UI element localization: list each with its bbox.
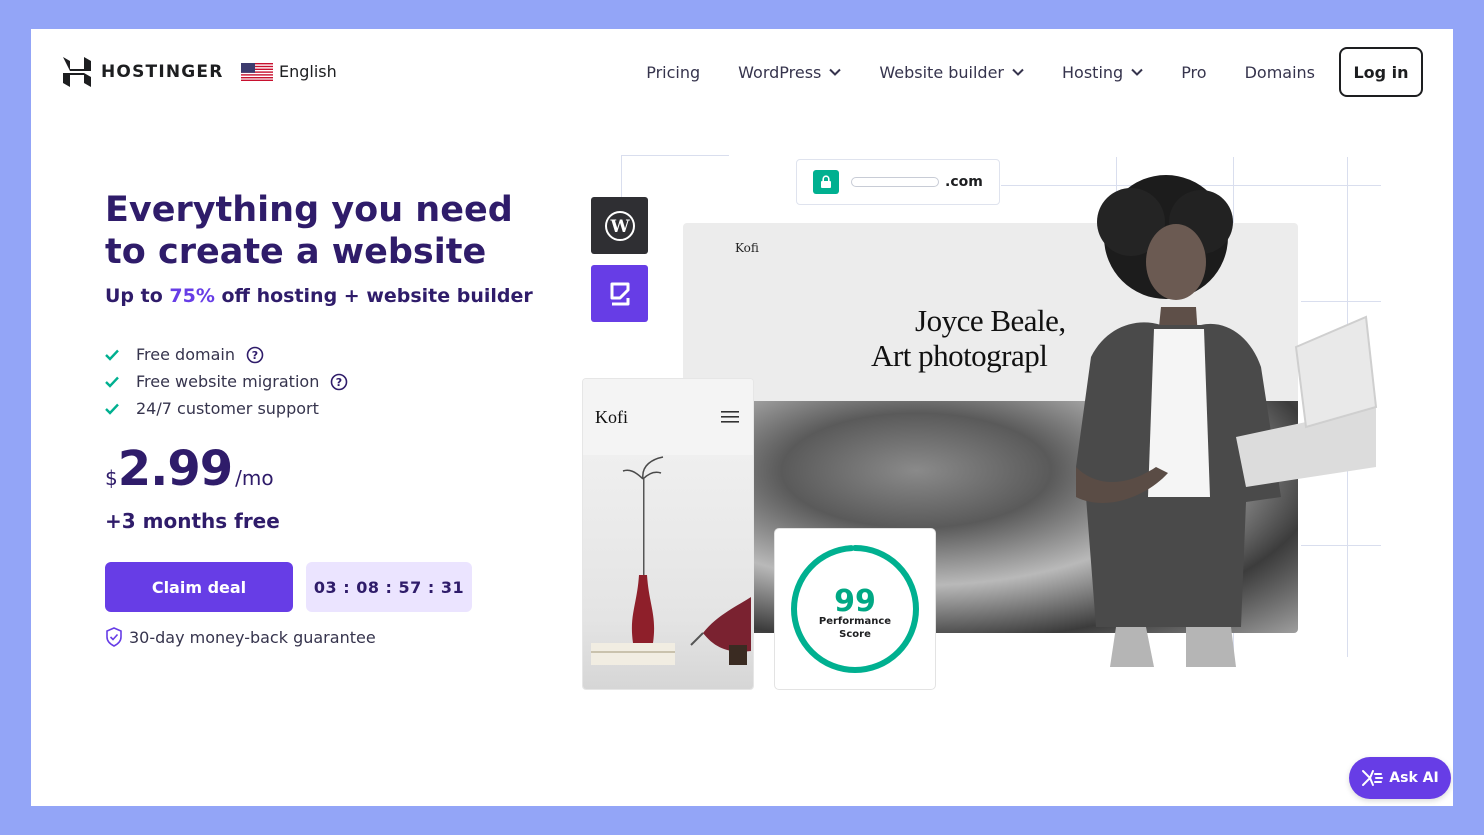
list-item: Free website migration ? bbox=[105, 368, 348, 395]
performance-score-card: 99 Performance Score bbox=[775, 529, 935, 689]
subtitle-suffix: off hosting + website builder bbox=[214, 285, 533, 307]
countdown-timer: 03 : 08 : 57 : 31 bbox=[306, 562, 472, 612]
mobile-brand: Kofi bbox=[595, 406, 628, 427]
feature-list: Free domain ? Free website migration ? 2… bbox=[105, 341, 348, 422]
domain-extension: .com bbox=[945, 174, 983, 190]
hostinger-logo-icon bbox=[63, 57, 91, 87]
feature-label: Free website migration bbox=[136, 372, 320, 391]
hero-title: Everything you need to create a website bbox=[105, 190, 513, 272]
lock-icon bbox=[813, 170, 839, 194]
wordpress-icon: W bbox=[591, 197, 648, 254]
price-period: /mo bbox=[235, 466, 274, 490]
chevron-down-icon bbox=[1012, 68, 1024, 76]
nav-label: Pro bbox=[1181, 62, 1207, 82]
website-builder-icon bbox=[591, 265, 648, 322]
price-currency: $ bbox=[105, 466, 118, 490]
score-label: Performance Score bbox=[775, 615, 935, 641]
list-item: 24/7 customer support bbox=[105, 395, 348, 422]
bonus-text: +3 months free bbox=[105, 509, 280, 533]
guarantee-label: 30-day money-back guarantee bbox=[129, 627, 376, 647]
language-label: English bbox=[279, 62, 337, 81]
score-value: 99 bbox=[834, 584, 876, 619]
domain-placeholder bbox=[851, 177, 939, 187]
woman-with-laptop-image bbox=[1076, 175, 1378, 667]
claim-deal-button[interactable]: Claim deal bbox=[105, 562, 293, 612]
subtitle-prefix: Up to bbox=[105, 285, 170, 307]
hero-illustration: .com W Kofi Joyce Beale, Art photograpl … bbox=[581, 147, 1401, 689]
price-amount: 2.99 bbox=[117, 441, 233, 497]
nav-label: Domains bbox=[1244, 62, 1315, 82]
nav-wordpress[interactable]: WordPress bbox=[738, 47, 842, 97]
nav-label: WordPress bbox=[738, 62, 822, 82]
shield-check-icon bbox=[106, 627, 122, 647]
hamburger-menu-icon bbox=[721, 411, 739, 423]
nav-label: Website builder bbox=[879, 62, 1005, 82]
nav-label: Hosting bbox=[1062, 62, 1124, 82]
check-icon bbox=[105, 376, 119, 388]
grid-line bbox=[621, 155, 729, 156]
hero-subtitle: Up to 75% off hosting + website builder bbox=[105, 285, 533, 307]
feature-label: Free domain bbox=[136, 345, 235, 364]
nav-pricing[interactable]: Pricing bbox=[646, 47, 700, 97]
svg-text:?: ? bbox=[336, 376, 342, 389]
feature-label: 24/7 customer support bbox=[136, 399, 319, 418]
discount-percent: 75% bbox=[169, 285, 215, 307]
vase-photo bbox=[583, 455, 753, 689]
vase-illustration bbox=[591, 456, 751, 665]
list-item: Free domain ? bbox=[105, 341, 348, 368]
nav-hosting[interactable]: Hosting bbox=[1062, 47, 1143, 97]
site-brand: Kofi bbox=[735, 241, 759, 255]
chevron-down-icon bbox=[1131, 68, 1143, 76]
help-circle-icon[interactable]: ? bbox=[330, 373, 348, 391]
us-flag-icon bbox=[241, 62, 273, 81]
svg-text:W: W bbox=[609, 217, 630, 237]
ask-ai-button[interactable]: Ask AI bbox=[1349, 757, 1451, 799]
price: $ 2.99 /mo bbox=[105, 441, 274, 497]
nav-domains[interactable]: Domains bbox=[1245, 47, 1315, 97]
login-button[interactable]: Log in bbox=[1339, 47, 1423, 97]
money-back-guarantee: 30-day money-back guarantee bbox=[105, 627, 376, 647]
main-nav: Pricing WordPress Website builder Hostin… bbox=[608, 47, 1423, 97]
nav-pro[interactable]: Pro bbox=[1181, 47, 1206, 97]
chevron-down-icon bbox=[829, 68, 842, 76]
help-circle-icon[interactable]: ? bbox=[246, 346, 264, 364]
check-icon bbox=[105, 349, 119, 361]
mobile-header: Kofi bbox=[583, 379, 753, 455]
domain-bar: .com bbox=[796, 159, 1000, 205]
language-selector[interactable]: English bbox=[241, 62, 337, 81]
mobile-preview: Kofi bbox=[583, 379, 753, 689]
score-label-line: Performance bbox=[818, 616, 892, 627]
nav-label: Pricing bbox=[646, 62, 701, 82]
check-icon bbox=[105, 403, 119, 415]
hostinger-logo[interactable]: HOSTINGER bbox=[63, 57, 224, 87]
sparkle-icon bbox=[1362, 770, 1384, 786]
page: HOSTINGER English Pricing WordPress Webs… bbox=[31, 29, 1453, 806]
brand-name: HOSTINGER bbox=[101, 62, 224, 82]
ask-ai-label: Ask AI bbox=[1389, 770, 1439, 786]
nav-website-builder[interactable]: Website builder bbox=[879, 47, 1024, 97]
svg-text:?: ? bbox=[252, 349, 258, 362]
score-label-line: Score bbox=[839, 629, 871, 640]
